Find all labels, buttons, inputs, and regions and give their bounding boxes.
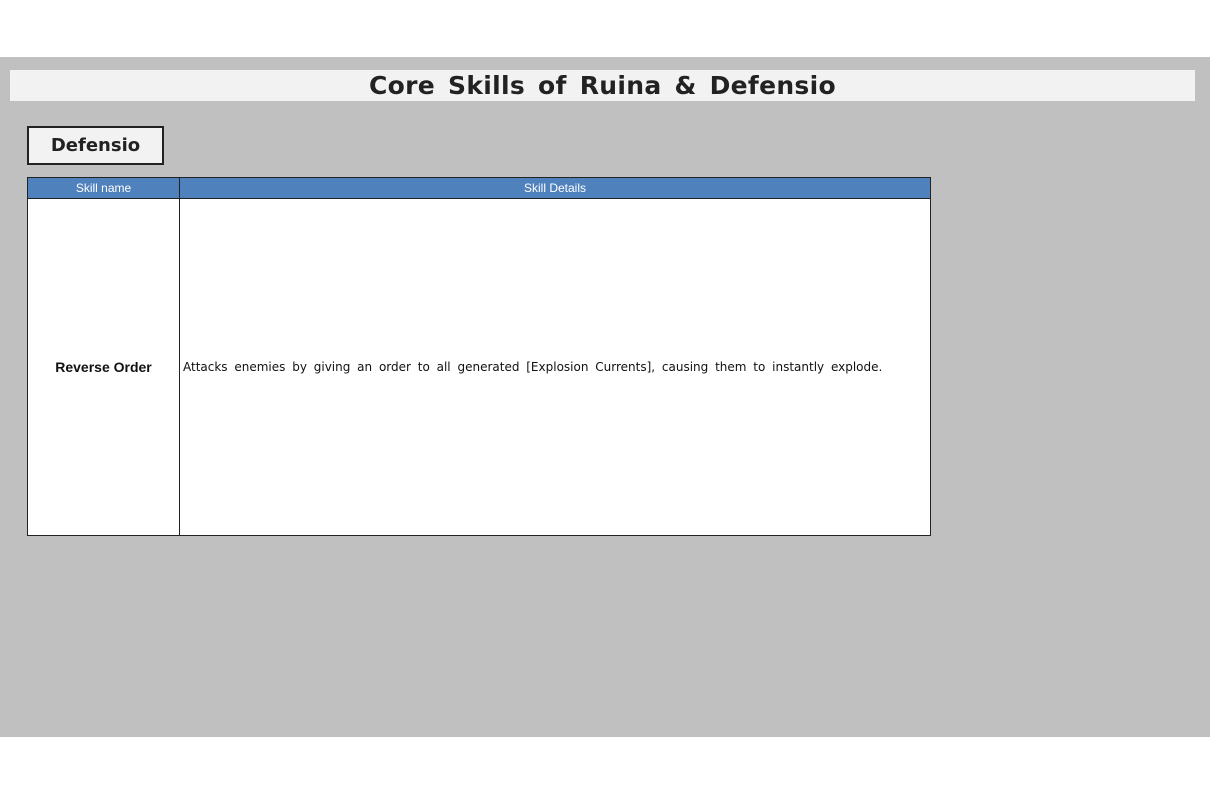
table-header-row: Skill name Skill Details [27, 177, 931, 199]
table-row: Reverse Order Attacks enemies by giving … [27, 198, 931, 536]
content-panel: Core Skills of Ruina & Defensio Defensio… [0, 57, 1210, 737]
page-title: Core Skills of Ruina & Defensio [369, 71, 836, 100]
skill-table: Skill name Skill Details Reverse Order A… [27, 177, 931, 536]
section-label-defensio: Defensio [27, 126, 164, 165]
skill-name-cell: Reverse Order [27, 198, 180, 536]
column-header-skill-details: Skill Details [179, 177, 931, 199]
title-bar: Core Skills of Ruina & Defensio [10, 70, 1195, 101]
column-header-skill-name: Skill name [27, 177, 180, 199]
skill-details-cell: Attacks enemies by giving an order to al… [179, 198, 931, 536]
